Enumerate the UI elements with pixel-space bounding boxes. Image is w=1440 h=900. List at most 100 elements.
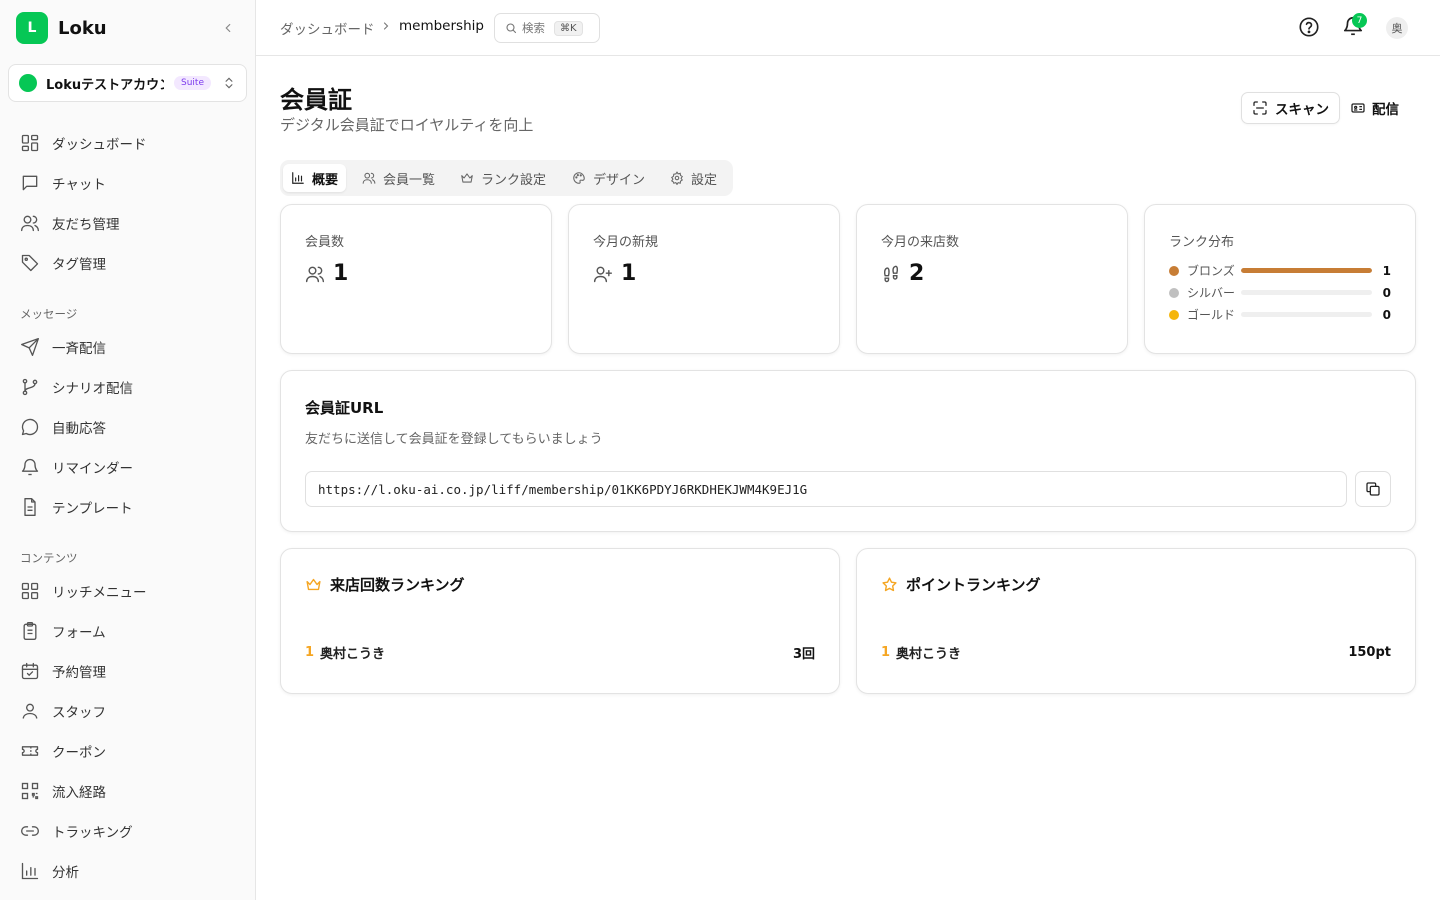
- layout-grid-icon: [20, 133, 40, 153]
- sidebar-item-rich-menu[interactable]: リッチメニュー: [8, 571, 248, 611]
- nav-main: ダッシュボード チャット 友だち管理 タグ管理: [8, 123, 248, 283]
- ranking-row: 1 奥村こうき 150pt: [881, 643, 1391, 662]
- nav-section-content: コンテンツ: [20, 551, 78, 565]
- scan-button-label: スキャン: [1275, 102, 1329, 118]
- sidebar-item-tracking[interactable]: トラッキング: [8, 811, 248, 851]
- stat-label: 会員数: [305, 235, 345, 250]
- tab-label: ランク設定: [481, 172, 547, 188]
- sidebar-item-analytics[interactable]: 分析: [8, 851, 248, 891]
- member-url-field[interactable]: https://l.oku-ai.co.jp/liff/membership/0…: [305, 471, 1347, 507]
- bar-chart-icon: [292, 172, 304, 184]
- member-url-title: 会員証URL: [305, 399, 384, 417]
- distribute-button[interactable]: 配信: [1350, 92, 1399, 124]
- tab-bar: 概要 会員一覧 ランク設定 デザイン 設定: [280, 160, 733, 196]
- brand-name: Loku: [58, 17, 107, 39]
- send-icon: [20, 337, 40, 357]
- git-branch-icon: [20, 377, 40, 397]
- sidebar-item-label: リマインダー: [52, 461, 133, 477]
- brand-logo: L: [16, 12, 48, 44]
- brand[interactable]: L Loku: [16, 12, 107, 44]
- tab-label: デザイン: [593, 172, 646, 188]
- distribute-button-label: 配信: [1372, 102, 1399, 118]
- breadcrumb-dashboard[interactable]: ダッシュボード: [280, 18, 375, 38]
- member-url-description: 友だちに送信して会員証を登録してもらいましょう: [305, 432, 603, 447]
- sidebar-item-tags[interactable]: タグ管理: [8, 243, 248, 283]
- sidebar-item-label: トラッキング: [52, 825, 133, 841]
- page-subtitle: デジタル会員証でロイヤルティを向上: [280, 116, 534, 134]
- stat-value: 1: [333, 261, 349, 286]
- rank-color-dot: [1169, 265, 1179, 276]
- sidebar-item-template[interactable]: テンプレート: [8, 487, 248, 527]
- sidebar-item-label: 分析: [52, 865, 79, 881]
- sidebar-item-label: リッチメニュー: [52, 585, 147, 601]
- users-icon: [20, 213, 40, 233]
- sidebar-item-friends[interactable]: 友だち管理: [8, 203, 248, 243]
- help-button[interactable]: [1298, 16, 1320, 42]
- rank-bar: [1241, 290, 1373, 295]
- sidebar-item-broadcast[interactable]: 一斉配信: [8, 327, 248, 367]
- rank-color-dot: [1169, 309, 1179, 320]
- footprints-icon: [883, 265, 899, 282]
- tab-design[interactable]: デザイン: [564, 164, 653, 192]
- rank-distribution-card: ランク分布 ブロンズ 1 シルバー 0 ゴールド 0: [1144, 204, 1416, 354]
- rank-name: シルバー: [1187, 286, 1236, 300]
- clipboard-list-icon: [20, 621, 40, 641]
- tab-member-list[interactable]: 会員一覧: [354, 164, 443, 192]
- sidebar-item-label: 友だち管理: [52, 217, 120, 233]
- id-card-icon: [1351, 103, 1365, 113]
- sidebar-item-scenario[interactable]: シナリオ配信: [8, 367, 248, 407]
- sidebar-item-form[interactable]: フォーム: [8, 611, 248, 651]
- ranking-value: 3回: [792, 647, 815, 662]
- tab-label: 会員一覧: [383, 172, 436, 188]
- sidebar-item-source[interactable]: 流入経路: [8, 771, 248, 811]
- breadcrumb-current: membership: [399, 18, 484, 34]
- file-text-icon: [20, 497, 40, 517]
- stat-label: 今月の来店数: [881, 235, 960, 250]
- search-button[interactable]: 検索 ⌘K: [494, 13, 600, 43]
- tab-rank-settings[interactable]: ランク設定: [452, 164, 554, 192]
- sidebar-item-dashboard[interactable]: ダッシュボード: [8, 123, 248, 163]
- sidebar-item-label: 流入経路: [52, 785, 106, 801]
- visit-ranking-card: 来店回数ランキング 1 奥村こうき 3回: [280, 548, 840, 694]
- ranking-row: 1 奥村こうき 3回: [305, 643, 815, 662]
- nav-message: 一斉配信 シナリオ配信 自動応答 リマインダー テンプレート: [8, 327, 248, 527]
- chevron-left-icon: [225, 23, 231, 33]
- sidebar-item-reminder[interactable]: リマインダー: [8, 447, 248, 487]
- account-avatar: [19, 74, 37, 92]
- rank-bar: [1241, 268, 1373, 273]
- sidebar-item-reservation[interactable]: 予約管理: [8, 651, 248, 691]
- tab-overview[interactable]: 概要: [283, 164, 347, 192]
- gear-icon: [671, 171, 683, 185]
- sidebar-item-label: 予約管理: [52, 665, 106, 681]
- sidebar: L Loku Lokuテストアカウント Suite ダッシュボード チャット 友…: [0, 0, 256, 900]
- tab-settings[interactable]: 設定: [662, 164, 725, 192]
- sidebar-item-coupon[interactable]: クーポン: [8, 731, 248, 771]
- notification-badge: 7: [1352, 13, 1367, 28]
- sidebar-item-auto-reply[interactable]: 自動応答: [8, 407, 248, 447]
- user-plus-icon: [593, 266, 613, 282]
- calendar-check-icon: [20, 661, 40, 681]
- stat-value: 1: [621, 261, 637, 286]
- account-switcher[interactable]: Lokuテストアカウント Suite: [8, 64, 247, 102]
- star-icon: [882, 577, 897, 592]
- rank-color-dot: [1169, 287, 1179, 298]
- layout-grid-icon: [20, 581, 40, 601]
- copy-url-button[interactable]: [1355, 471, 1391, 507]
- user-avatar[interactable]: 奥: [1386, 17, 1408, 39]
- scan-icon: [1253, 101, 1267, 115]
- user-icon: [20, 701, 40, 721]
- sidebar-item-staff[interactable]: スタッフ: [8, 691, 248, 731]
- sidebar-item-label: テンプレート: [52, 501, 133, 517]
- point-ranking-card: ポイントランキング 1 奥村こうき 150pt: [856, 548, 1416, 694]
- stat-card-visits: 今月の来店数 2: [856, 204, 1128, 354]
- link-icon: [20, 821, 40, 841]
- copy-icon: [1366, 482, 1380, 496]
- sidebar-item-chat[interactable]: チャット: [8, 163, 248, 203]
- ticket-icon: [20, 741, 40, 761]
- collapse-sidebar-button[interactable]: [216, 16, 240, 40]
- tab-label: 概要: [312, 172, 339, 188]
- scan-button[interactable]: スキャン: [1241, 92, 1340, 124]
- rank-name: ブロンズ: [1187, 264, 1235, 278]
- sidebar-item-label: クーポン: [52, 745, 106, 761]
- sidebar-item-label: フォーム: [52, 625, 106, 641]
